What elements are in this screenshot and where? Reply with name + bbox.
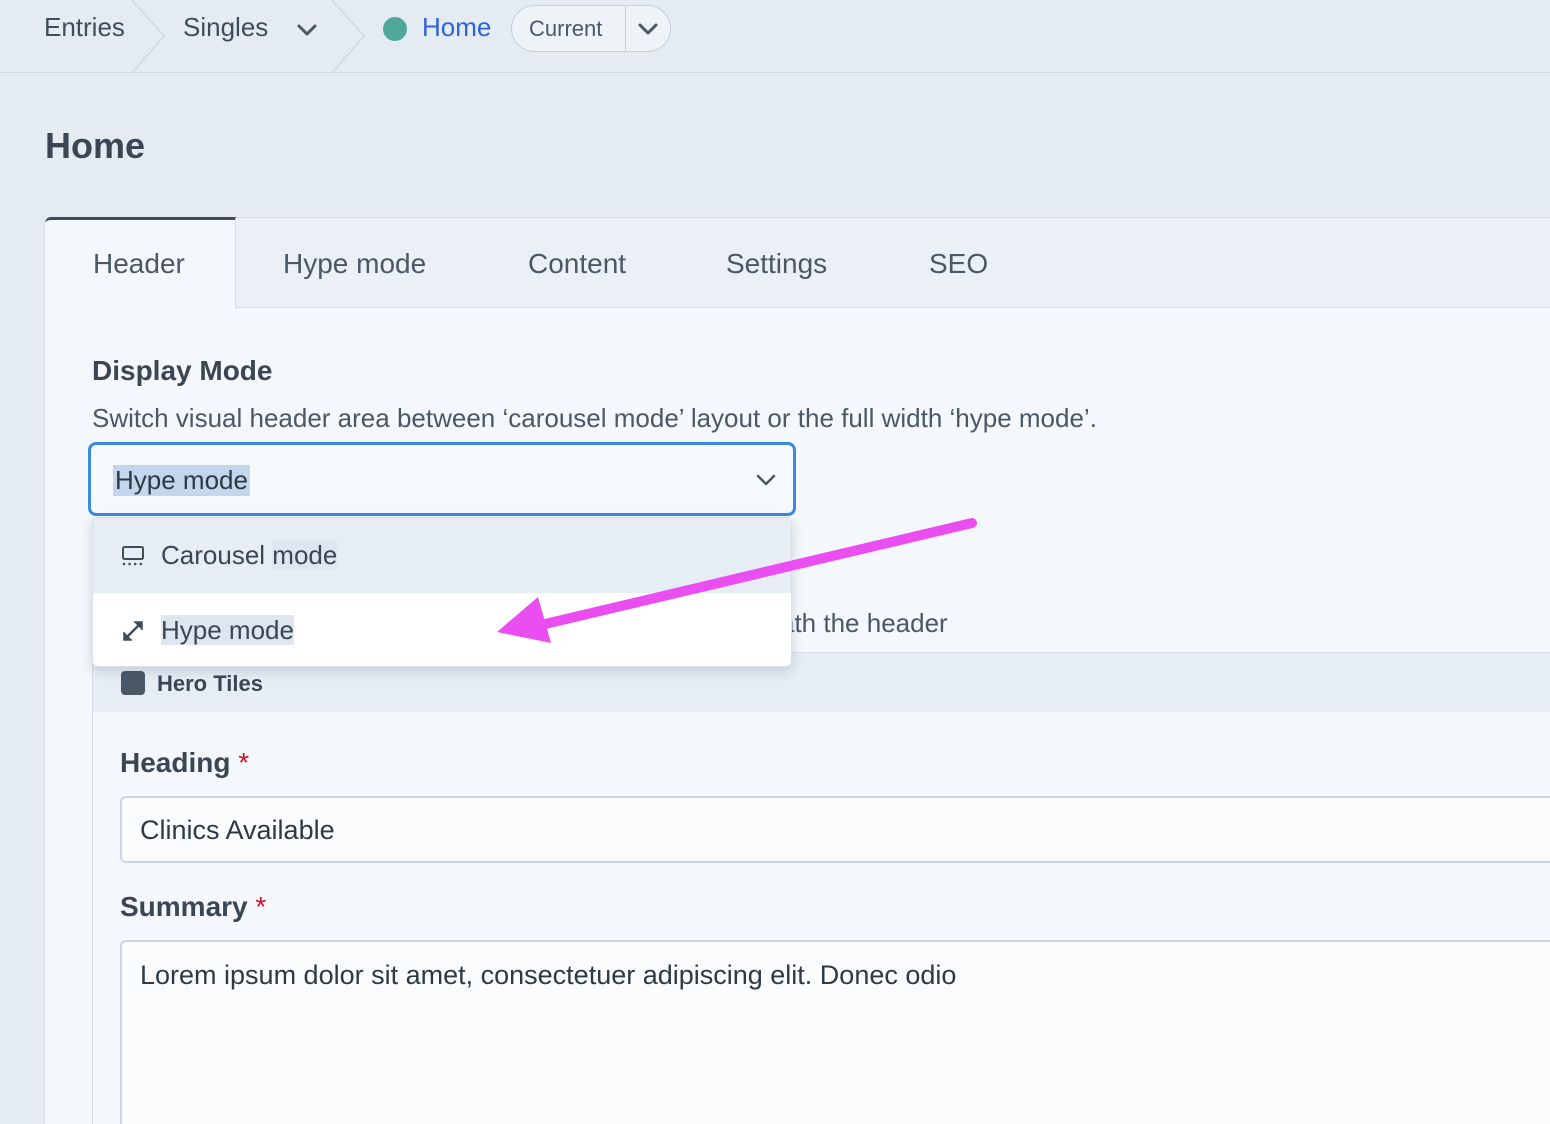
chevron-down-icon (756, 474, 776, 486)
heading-label-text: Heading (120, 747, 231, 778)
display-mode-select[interactable]: Hype mode (88, 442, 796, 516)
carousel-icon (122, 546, 144, 566)
expand-arrows-icon (123, 621, 143, 641)
breadcrumb-current-entry[interactable]: Home (422, 12, 491, 43)
summary-textarea[interactable]: Lorem ipsum dolor sit amet, consectetuer… (120, 940, 1550, 1124)
tab-settings[interactable]: Settings (726, 248, 827, 280)
heading-input-value: Clinics Available (140, 815, 335, 845)
tab-seo[interactable]: SEO (929, 248, 988, 280)
display-mode-label: Display Mode (92, 355, 273, 386)
tab-strip: Header Hype mode Content Settings SEO (45, 217, 1550, 309)
breadcrumb: Entries Singles Home Current (0, 0, 1550, 73)
summary-textarea-value: Lorem ipsum dolor sit amet, consectetuer… (140, 960, 957, 990)
breadcrumb-separator (331, 0, 365, 73)
tab-content[interactable]: Content (528, 248, 626, 280)
chevron-down-icon[interactable] (296, 22, 318, 38)
partially-hidden-instructions: ath the header (780, 608, 948, 638)
breadcrumb-separator (131, 0, 165, 73)
menu-item-label-highlight: mode (228, 615, 294, 645)
heading-label: Heading * (120, 747, 249, 779)
menu-item-label: Carousel mode (161, 540, 338, 571)
display-mode-selected-value: Hype mode (113, 465, 250, 496)
menu-item-label-highlight: mode (272, 540, 338, 570)
menu-item-hype-mode[interactable]: Hype mode (93, 593, 791, 666)
menu-item-label-part: Carousel (161, 540, 273, 570)
menu-item-carousel-mode[interactable]: Carousel mode (93, 518, 791, 593)
heading-input[interactable]: Clinics Available (120, 796, 1550, 863)
live-status-icon (383, 17, 407, 41)
entry-edit-page: Entries Singles Home Current Home Header… (0, 0, 1550, 1124)
menu-item-label: Hype mode (161, 615, 294, 646)
breadcrumb-singles[interactable]: Singles (183, 12, 268, 43)
tab-header[interactable]: Header (93, 248, 185, 280)
display-mode-instructions: Switch visual header area between ‘carou… (92, 403, 1097, 433)
block-select-checkbox[interactable] (121, 671, 145, 695)
tab-hype-mode[interactable]: Hype mode (283, 248, 426, 280)
revision-divider (625, 6, 626, 51)
page-title: Home (45, 125, 146, 166)
summary-label: Summary * (120, 891, 266, 923)
hero-tiles-title: Hero Tiles (157, 671, 263, 696)
breadcrumb-entries[interactable]: Entries (44, 12, 125, 43)
summary-label-text: Summary (120, 891, 248, 922)
required-asterisk: * (255, 891, 267, 922)
revision-menu-button[interactable]: Current (511, 5, 671, 52)
revision-label: Current (529, 16, 603, 41)
display-mode-dropdown-menu: Carousel mode Hype mode (92, 517, 792, 667)
required-asterisk: * (238, 747, 250, 778)
chevron-down-icon (638, 23, 658, 35)
menu-item-label-part: Hype (161, 615, 229, 645)
